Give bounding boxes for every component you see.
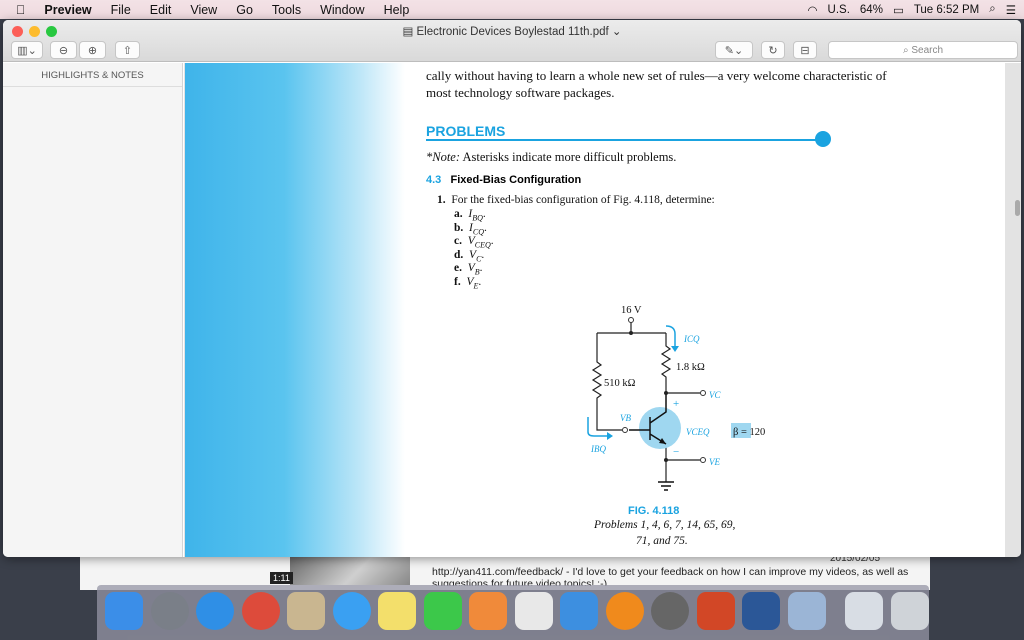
node-emitter	[664, 458, 668, 462]
vceq-label: VCEQ	[686, 427, 710, 437]
dock-finder-icon[interactable]	[105, 592, 143, 630]
beta-label: β = 120	[733, 427, 765, 438]
dock-notes-icon[interactable]	[378, 592, 416, 630]
ground-symbol	[658, 481, 674, 491]
dock-numbers-icon[interactable]	[514, 592, 553, 630]
icq-arrow	[665, 325, 676, 348]
dock	[97, 585, 929, 640]
figure-caption: FIG. 4.118	[628, 505, 680, 517]
node-top	[629, 331, 633, 335]
plus-label: +	[673, 398, 679, 410]
vc-terminal	[700, 390, 706, 396]
dock-messages-icon[interactable]	[332, 592, 371, 630]
dock-documents-icon[interactable]	[845, 592, 883, 630]
dock-word-icon[interactable]	[742, 592, 780, 630]
rb-label: 510 kΩ	[604, 378, 636, 389]
vb-terminal	[622, 427, 628, 433]
dock-trash-icon[interactable]	[890, 592, 929, 630]
dock-mail-icon[interactable]	[287, 592, 325, 630]
ibq-label: IBQ	[590, 444, 606, 454]
figure-caption-line-2: 71, and 75.	[636, 535, 688, 547]
dock-powerpoint-icon[interactable]	[696, 592, 735, 630]
supply-label: 16 V	[621, 305, 642, 316]
dock-safari-icon[interactable]	[196, 592, 234, 630]
dock-keynote-icon[interactable]	[560, 592, 598, 630]
vc-label: VC	[709, 390, 721, 400]
ve-terminal	[700, 457, 706, 463]
icq-label: ICQ	[683, 334, 700, 344]
wire-emitter	[665, 443, 700, 482]
dock-launchpad-icon[interactable]	[150, 592, 189, 630]
dock-system-preferences-icon[interactable]	[651, 592, 689, 630]
dock-preview-icon[interactable]	[787, 592, 826, 630]
dock-pages-icon[interactable]	[469, 592, 507, 630]
ve-label: VE	[709, 457, 720, 467]
node-collector	[664, 391, 668, 395]
dock-chrome-icon[interactable]	[241, 592, 280, 630]
figure-caption-line-1: Problems 1, 4, 6, 7, 14, 65, 69,	[594, 519, 736, 531]
supply-terminal	[628, 317, 634, 323]
vb-label: VB	[620, 413, 631, 423]
rc-label: 1.8 kΩ	[676, 362, 705, 373]
ibq-arrow	[587, 417, 608, 437]
minus-label: −	[673, 446, 679, 458]
figure-4-118-circuit: 16 V 1.8 kΩ 510 kΩ β = 120 ICQ VC VB VCE…	[587, 305, 765, 491]
dock-ibooks-icon[interactable]	[605, 592, 644, 630]
dock-facetime-icon[interactable]	[423, 592, 462, 630]
